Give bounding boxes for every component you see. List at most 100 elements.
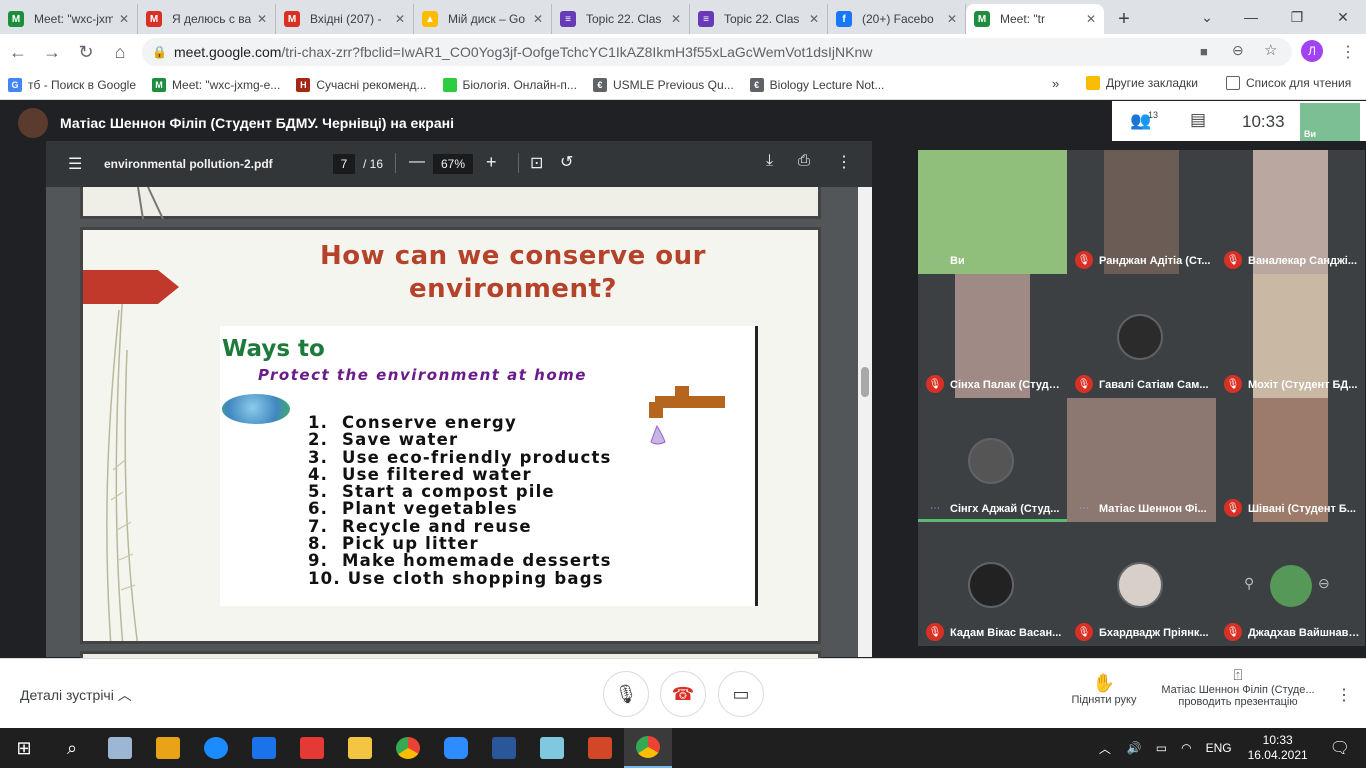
taskbar-app-chrome-active[interactable] bbox=[624, 728, 672, 768]
zoom-out-icon[interactable]: — bbox=[409, 153, 425, 171]
tray-chevron-icon[interactable]: ︿ bbox=[1099, 740, 1111, 757]
participant-tile[interactable]: ⋯ Ви bbox=[918, 150, 1067, 274]
bookmark-item[interactable]: Gтб - Поиск в Google bbox=[0, 77, 144, 92]
bookmark-item[interactable]: H Сучасні рекоменд... bbox=[288, 77, 434, 92]
taskbar-app-powerpoint[interactable] bbox=[576, 728, 624, 768]
remove-icon[interactable]: ⊖ bbox=[1318, 575, 1330, 592]
other-bookmarks[interactable]: Другие закладки bbox=[1078, 76, 1206, 90]
taskbar-app-mail[interactable] bbox=[240, 728, 288, 768]
bookmark-star-icon[interactable]: ☆ bbox=[1264, 41, 1277, 59]
browser-tab[interactable]: f (20+) Facebo ✕ bbox=[828, 4, 966, 34]
profile-avatar[interactable]: Л bbox=[1301, 40, 1323, 62]
participant-tile[interactable]: ⋯ Матіас Шеннон Фі... bbox=[1067, 398, 1216, 522]
tab-title: Мій диск – Go bbox=[448, 12, 526, 26]
menu-icon[interactable]: ⋮ bbox=[1340, 42, 1356, 62]
pdf-more-icon[interactable]: ⋮ bbox=[836, 152, 852, 172]
language-indicator[interactable]: ENG bbox=[1206, 741, 1232, 755]
zoom-in-icon[interactable]: + bbox=[486, 152, 497, 173]
browser-tab[interactable]: M Meet: "wxc-jxmg ✕ bbox=[0, 4, 138, 34]
close-tab-icon[interactable]: ✕ bbox=[533, 12, 543, 26]
tab-search-icon[interactable]: ⌄ bbox=[1184, 0, 1230, 34]
close-tab-icon[interactable]: ✕ bbox=[1086, 12, 1096, 26]
close-tab-icon[interactable]: ✕ bbox=[809, 12, 819, 26]
reload-icon[interactable]: ↻ bbox=[70, 36, 102, 68]
participant-tile[interactable]: 🎙 Ранджан Адітіа (Ст... bbox=[1067, 150, 1216, 274]
taskbar-app-explorer[interactable] bbox=[336, 728, 384, 768]
raise-hand-button[interactable]: ✋ Підняти руку bbox=[1064, 673, 1144, 706]
home-icon[interactable]: ⌂ bbox=[104, 36, 136, 68]
browser-tab[interactable]: M Вхідні (207) - ✕ bbox=[276, 4, 414, 34]
address-bar[interactable]: 🔒 meet.google.com/tri-chax-zrr?fbclid=Iw… bbox=[142, 38, 1292, 66]
scroll-thumb[interactable] bbox=[861, 367, 869, 397]
participant-tile[interactable]: 🎙 Шівані (Студент Б... bbox=[1216, 398, 1365, 522]
participant-tile[interactable]: 🎙 Мохіт (Студент БД... bbox=[1216, 274, 1365, 398]
participant-tile[interactable]: 🎙 Ваналекар Санджі... bbox=[1216, 150, 1365, 274]
taskbar-app-chrome[interactable] bbox=[384, 728, 432, 768]
search-button[interactable]: ⌕ bbox=[48, 728, 96, 768]
browser-tab[interactable]: ≡ Topic 22. Clas ✕ bbox=[552, 4, 690, 34]
participant-tile[interactable]: 🎙 Сінха Палак (Студе... bbox=[918, 274, 1067, 398]
bookmark-item[interactable]: M Meet: "wxc-jxmg-e... bbox=[144, 77, 288, 92]
taskbar-clock[interactable]: 10:33 16.04.2021 bbox=[1248, 733, 1308, 763]
taskbar-app-paint[interactable] bbox=[96, 728, 144, 768]
back-icon[interactable]: ← bbox=[2, 36, 34, 68]
close-tab-icon[interactable]: ✕ bbox=[947, 12, 957, 26]
camera-icon[interactable]: ■ bbox=[1200, 44, 1208, 59]
more-bookmarks-icon[interactable]: » bbox=[1052, 76, 1059, 91]
zoom-icon[interactable]: ⊖ bbox=[1232, 42, 1244, 59]
pdf-divider bbox=[518, 153, 519, 173]
browser-tab[interactable]: ▲ Мій диск – Go ✕ bbox=[414, 4, 552, 34]
browser-tab[interactable]: M Я делюсь с ва ✕ bbox=[138, 4, 276, 34]
notifications-icon[interactable]: 🗨 bbox=[1330, 738, 1350, 758]
forward-icon[interactable]: → bbox=[36, 36, 68, 68]
pdf-scrollbar[interactable] bbox=[858, 187, 872, 657]
zoom-input[interactable]: 67% bbox=[433, 154, 473, 174]
pin-icon[interactable]: ⚲ bbox=[1244, 575, 1254, 592]
close-tab-icon[interactable]: ✕ bbox=[119, 12, 129, 26]
participant-tile[interactable]: 🎙 Кадам Вікас Васан... bbox=[918, 522, 1067, 646]
print-icon[interactable]: ⎙ bbox=[798, 152, 810, 169]
participant-tile[interactable]: 🎙 Гавалі Сатіам Сам... bbox=[1067, 274, 1216, 398]
close-tab-icon[interactable]: ✕ bbox=[671, 12, 681, 26]
browser-tab[interactable]: ≡ Topic 22. Clas ✕ bbox=[690, 4, 828, 34]
taskbar-app-notes[interactable] bbox=[528, 728, 576, 768]
battery-icon[interactable]: ▭ bbox=[1156, 741, 1167, 755]
more-options-icon[interactable]: ⋮ bbox=[1336, 685, 1352, 705]
page-total: / 16 bbox=[363, 157, 384, 171]
minimize-button[interactable]: — bbox=[1228, 0, 1274, 34]
volume-icon[interactable]: 🔊 bbox=[1127, 741, 1142, 755]
start-button[interactable]: ⊞ bbox=[0, 728, 48, 768]
presenting-indicator[interactable]: ⍐ Матіас Шеннон Філіп (Студе... проводит… bbox=[1158, 667, 1318, 708]
lock-icon: 🔒 bbox=[152, 45, 167, 59]
mute-hover-button[interactable] bbox=[1270, 565, 1312, 607]
leave-call-button[interactable]: ☎ bbox=[660, 671, 706, 717]
rotate-icon[interactable]: ↺ bbox=[560, 152, 573, 172]
close-tab-icon[interactable]: ✕ bbox=[395, 12, 405, 26]
wifi-icon[interactable]: ◠ bbox=[1181, 741, 1191, 755]
download-icon[interactable]: ⤓ bbox=[766, 152, 773, 170]
bookmark-item[interactable]: € Biology Lecture Not... bbox=[742, 77, 893, 92]
page-number-input[interactable]: 7 bbox=[333, 154, 355, 174]
meeting-details-button[interactable]: Деталі зустрічі ︿ bbox=[20, 685, 132, 705]
participant-tile[interactable]: ⋯ Сінгх Аджай (Студ... bbox=[918, 398, 1067, 522]
bookmark-item[interactable]: € USMLE Previous Qu... bbox=[585, 77, 742, 92]
browser-tab[interactable]: M Meet: "tr ✕ bbox=[966, 4, 1104, 34]
taskbar-app-teamviewer[interactable] bbox=[192, 728, 240, 768]
fit-page-icon[interactable]: ⊡ bbox=[530, 153, 543, 173]
close-tab-icon[interactable]: ✕ bbox=[257, 12, 267, 26]
participant-tile[interactable]: 🎙 Бхардвадж Пріянк... bbox=[1067, 522, 1216, 646]
tab-favicon-icon: M bbox=[974, 11, 990, 27]
maximize-button[interactable]: ❐ bbox=[1274, 0, 1320, 34]
bookmark-item[interactable]: Біологія. Онлайн-п... bbox=[435, 77, 585, 92]
pdf-menu-icon[interactable]: ☰ bbox=[68, 154, 82, 174]
taskbar-app-store[interactable] bbox=[144, 728, 192, 768]
mic-button[interactable]: 🎙 bbox=[603, 671, 649, 717]
taskbar-app-zoom[interactable] bbox=[432, 728, 480, 768]
camera-button[interactable]: ▭ bbox=[718, 671, 764, 717]
reading-list[interactable]: Список для чтения bbox=[1218, 76, 1359, 90]
new-tab-button[interactable]: + bbox=[1104, 4, 1144, 34]
close-window-button[interactable]: ✕ bbox=[1320, 0, 1366, 34]
taskbar-app-anydesk[interactable] bbox=[288, 728, 336, 768]
taskbar-app-word[interactable] bbox=[480, 728, 528, 768]
chat-icon[interactable]: ▤ bbox=[1190, 110, 1206, 130]
